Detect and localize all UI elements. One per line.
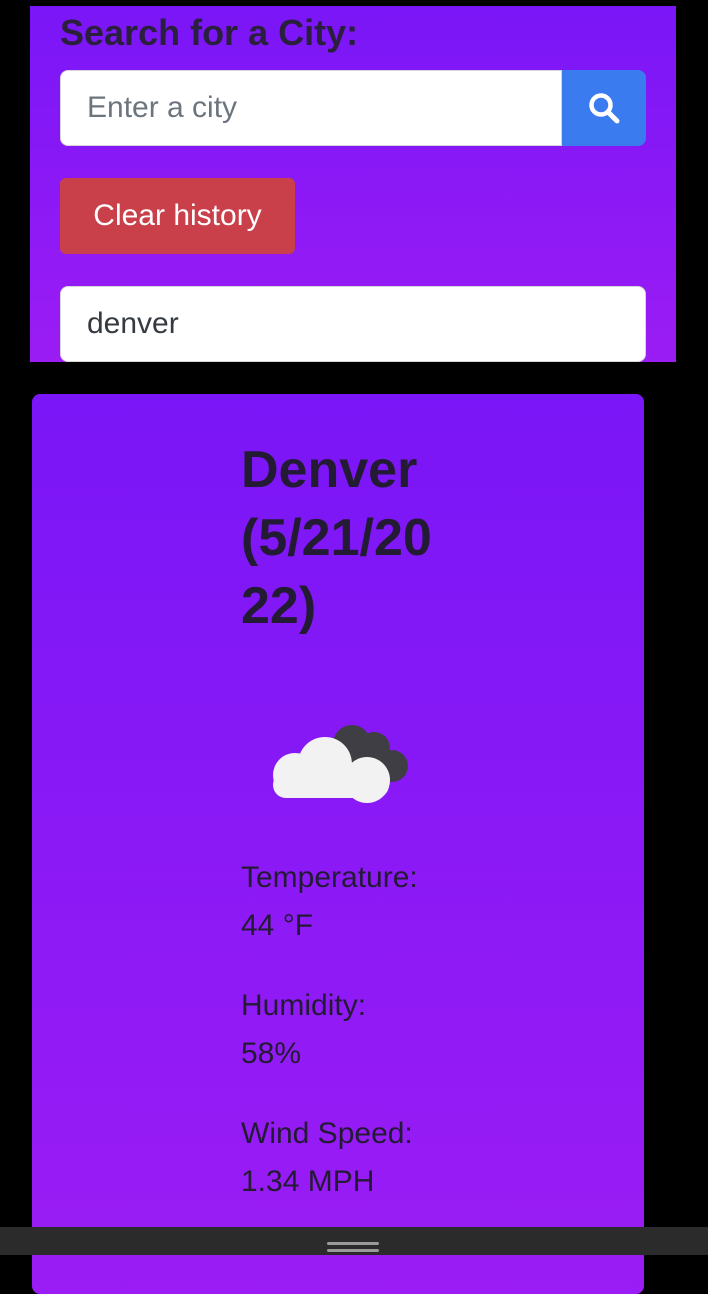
search-icon: [589, 93, 620, 124]
history-item-denver[interactable]: denver: [60, 286, 646, 362]
clear-history-button[interactable]: Clear history: [60, 178, 295, 254]
cloud-icon: [273, 725, 408, 803]
handle-line-top: [327, 1242, 379, 1245]
bottom-bar: [0, 1227, 708, 1255]
city-search-input[interactable]: [60, 70, 562, 146]
wind-speed-value: 1.34 MPH: [241, 1165, 375, 1198]
temperature-label: Temperature:: [241, 861, 418, 894]
humidity-label: Humidity:: [241, 989, 367, 1022]
handle-line-bottom: [327, 1249, 379, 1252]
current-weather-card: Denver (5/21/2022) Temperature: 44 °F Hu…: [32, 394, 644, 1294]
search-panel: Search for a City: Clear history denver: [30, 6, 676, 362]
wind-speed-label: Wind Speed:: [241, 1117, 413, 1150]
search-button[interactable]: [562, 70, 646, 146]
city-date-title: Denver (5/21/2022): [241, 441, 432, 635]
humidity-value: 58%: [241, 1037, 302, 1070]
search-group: [60, 70, 646, 146]
temperature-value: 44 °F: [241, 909, 314, 942]
search-heading: Search for a City:: [60, 12, 359, 53]
